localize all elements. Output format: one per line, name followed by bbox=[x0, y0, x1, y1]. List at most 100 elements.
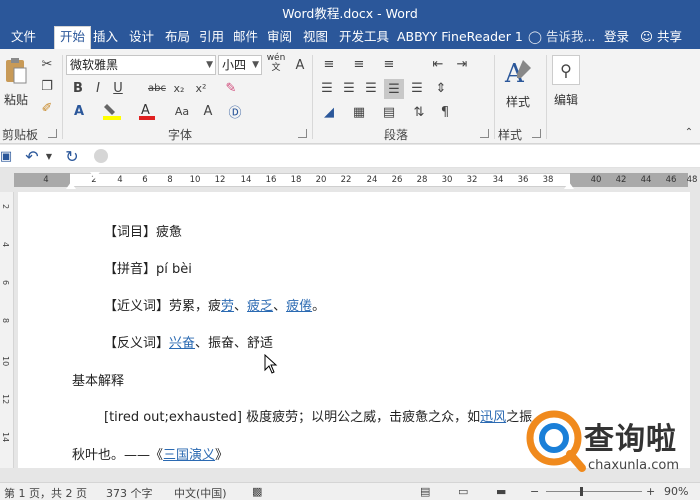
justify-icon[interactable]: ☰ bbox=[384, 79, 404, 99]
styles-button-label[interactable]: 样式 bbox=[506, 93, 530, 110]
styles-launcher-icon[interactable] bbox=[532, 129, 541, 138]
tab-file[interactable]: 文件 bbox=[6, 27, 41, 49]
lightbulb-icon: ◯ bbox=[528, 29, 542, 44]
undo-icon[interactable]: ↶ bbox=[22, 147, 42, 166]
doc-line-source[interactable]: 秋叶也。——《三国演义》 bbox=[72, 444, 228, 463]
align-right-icon[interactable]: ☰ bbox=[362, 79, 380, 97]
synonym-link[interactable]: 疲乏 bbox=[247, 299, 273, 314]
doc-line-synonyms[interactable]: 【近义词】劳累，疲劳、疲乏、疲倦。 bbox=[104, 295, 325, 314]
tab-review[interactable]: 审阅 bbox=[262, 27, 297, 49]
highlight-icon[interactable] bbox=[100, 101, 124, 121]
doc-line-heading[interactable]: 基本解释 bbox=[72, 370, 124, 389]
proofing-icon[interactable]: ▩ bbox=[252, 485, 262, 498]
print-layout-icon[interactable]: ▭ bbox=[458, 485, 468, 498]
synonym-link[interactable]: 劳 bbox=[221, 299, 234, 314]
tab-abbyy[interactable]: ABBYY FineReader 1 bbox=[392, 27, 528, 49]
subscript-icon[interactable]: x₂ bbox=[170, 79, 188, 97]
tab-developer[interactable]: 开发工具 bbox=[334, 27, 394, 49]
shading-icon[interactable]: ◢ bbox=[318, 103, 340, 121]
tell-me-box[interactable]: ◯ 告诉我... bbox=[528, 27, 595, 47]
align-center-icon[interactable]: ☰ bbox=[340, 79, 358, 97]
font-size-change-icon[interactable]: Aa bbox=[170, 101, 194, 121]
search-icon[interactable]: ⚲ bbox=[552, 55, 580, 85]
sort-icon[interactable]: ⇅ bbox=[408, 103, 430, 121]
synonym-link[interactable]: 疲倦 bbox=[286, 299, 312, 314]
horizontal-ruler[interactable]: 4 2 4 6 8 10 12 14 16 18 20 22 24 26 28 … bbox=[0, 170, 700, 192]
first-line-indent-marker[interactable] bbox=[90, 172, 100, 179]
clear-format-icon[interactable]: ✎ bbox=[222, 79, 240, 97]
decrease-indent-icon[interactable]: ⇤ bbox=[428, 55, 448, 73]
increase-indent-icon[interactable]: ⇥ bbox=[452, 55, 472, 73]
ruler-tick: 8 bbox=[167, 175, 173, 185]
format-painter-icon[interactable]: ✐ bbox=[38, 99, 56, 117]
zoom-in-icon[interactable]: + bbox=[646, 485, 655, 498]
borders-icon[interactable]: ▦ bbox=[348, 103, 370, 121]
clipboard-launcher-icon[interactable] bbox=[48, 129, 57, 138]
tab-layout[interactable]: 布局 bbox=[160, 27, 195, 49]
share-button[interactable]: ☺ 共享 bbox=[640, 27, 700, 49]
font-color-icon[interactable]: A bbox=[136, 101, 158, 121]
tab-view[interactable]: 视图 bbox=[298, 27, 333, 49]
underline-icon[interactable]: U bbox=[110, 79, 126, 97]
doc-line-definition[interactable]: [tired out;exhausted] 极度疲劳；以明公之威，击疲惫之众，如… bbox=[104, 406, 532, 425]
chinese-layout-icon[interactable]: ▤ bbox=[378, 103, 400, 121]
numbering-icon[interactable]: ≡ bbox=[348, 55, 370, 73]
grow-font-icon[interactable]: A bbox=[200, 101, 216, 121]
strikethrough-icon[interactable]: abc bbox=[146, 79, 168, 97]
multilevel-list-icon[interactable]: ≡ bbox=[378, 55, 400, 73]
tab-design[interactable]: 设计 bbox=[124, 27, 159, 49]
copy-icon[interactable]: ❐ bbox=[38, 77, 56, 95]
tab-insert[interactable]: 插入 bbox=[88, 27, 123, 49]
doc-line-pinyin[interactable]: 【拼音】pí bèi bbox=[104, 258, 192, 277]
chevron-down-icon[interactable]: ▼ bbox=[44, 149, 54, 163]
distributed-icon[interactable]: ☰ bbox=[408, 79, 426, 97]
char-border-icon[interactable]: A bbox=[290, 55, 310, 75]
doc-line-antonyms[interactable]: 【反义词】兴奋、振奋、舒适 bbox=[104, 332, 273, 351]
word-count[interactable]: 373 个字 bbox=[106, 485, 153, 500]
page-count[interactable]: 第 1 页，共 2 页 bbox=[4, 485, 87, 500]
superscript-icon[interactable]: x² bbox=[192, 79, 210, 97]
cut-icon[interactable]: ✂ bbox=[38, 55, 56, 73]
font-name-select[interactable]: 微软雅黑 ▼ bbox=[66, 55, 216, 75]
bullets-icon[interactable]: ≡ bbox=[318, 55, 340, 73]
ruler-tick: 6 bbox=[142, 175, 148, 185]
save-icon[interactable]: ▣ bbox=[0, 148, 12, 164]
phonetic-guide-button[interactable]: wén 文 bbox=[266, 53, 286, 77]
web-layout-icon[interactable]: ▬ bbox=[496, 485, 506, 498]
left-indent-marker[interactable] bbox=[66, 182, 76, 189]
font-launcher-icon[interactable] bbox=[298, 129, 307, 138]
ruler-tick: 4 bbox=[117, 175, 123, 185]
font-name-value: 微软雅黑 bbox=[70, 58, 119, 72]
login-button[interactable]: 登录 bbox=[604, 27, 629, 47]
tab-references[interactable]: 引用 bbox=[194, 27, 229, 49]
source-link[interactable]: 三国演义 bbox=[163, 448, 215, 463]
zoom-out-icon[interactable]: − bbox=[530, 485, 539, 498]
zoom-level[interactable]: 90% bbox=[664, 485, 688, 498]
read-mode-icon[interactable]: ▤ bbox=[420, 485, 430, 498]
antonym-link[interactable]: 兴奋 bbox=[169, 336, 195, 351]
align-left-icon[interactable]: ☰ bbox=[318, 79, 336, 97]
right-indent-marker[interactable] bbox=[564, 182, 574, 189]
collapse-ribbon-icon[interactable]: ⌃ bbox=[682, 125, 696, 139]
language-status[interactable]: 中文(中国) bbox=[174, 485, 227, 500]
paste-label[interactable]: 粘贴 bbox=[4, 91, 28, 108]
show-marks-icon[interactable]: ¶ bbox=[436, 103, 454, 121]
touch-mode-icon[interactable] bbox=[94, 149, 108, 163]
text-effects-icon[interactable]: A bbox=[70, 101, 88, 121]
bold-icon[interactable]: B bbox=[70, 79, 86, 97]
editing-label[interactable]: 编辑 bbox=[554, 91, 578, 108]
doc-line-term[interactable]: 【词目】疲惫 bbox=[104, 221, 182, 240]
font-size-select[interactable]: 小四 ▼ bbox=[218, 55, 262, 75]
line-spacing-icon[interactable]: ⇕ bbox=[430, 79, 452, 97]
zoom-slider[interactable] bbox=[546, 491, 642, 492]
tab-home[interactable]: 开始 bbox=[54, 26, 92, 49]
enclose-char-icon[interactable]: Ⓓ bbox=[226, 101, 244, 121]
paragraph-launcher-icon[interactable] bbox=[480, 129, 489, 138]
paste-icon[interactable] bbox=[2, 55, 30, 87]
redo-icon[interactable]: ↻ bbox=[62, 147, 82, 166]
tab-mailings[interactable]: 邮件 bbox=[228, 27, 263, 49]
italic-icon[interactable]: I bbox=[90, 79, 106, 97]
definition-link[interactable]: 迅风 bbox=[480, 410, 506, 425]
zoom-slider-thumb[interactable] bbox=[580, 487, 583, 496]
styles-icon[interactable]: A bbox=[502, 55, 536, 91]
